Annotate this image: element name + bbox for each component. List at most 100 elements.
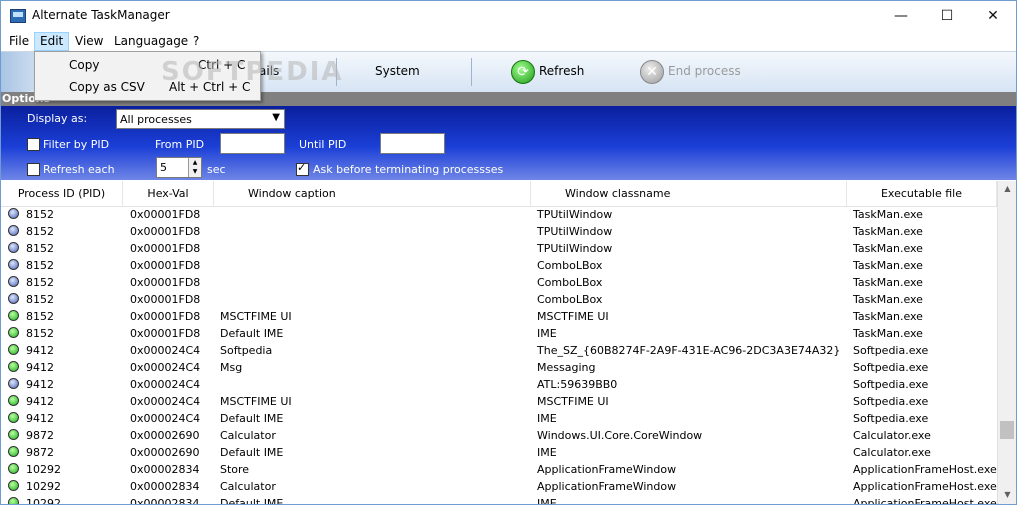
cell-classname: TPUtilWindow (537, 208, 613, 221)
table-row[interactable]: 9412 0x000024C4 ATL:59639BB0 Softpedia.exe (1, 376, 997, 393)
cell-pid: 8152 (26, 276, 54, 289)
menu-edit[interactable]: Edit (34, 32, 70, 51)
stepper-arrows-icon[interactable]: ▲ ▼ (188, 158, 201, 177)
table-header: Process ID (PID) Hex-Val Window caption … (1, 181, 997, 207)
column-header-pid[interactable]: Process ID (PID) (1, 181, 123, 206)
until-pid-input[interactable] (380, 133, 445, 154)
refresh-icon[interactable]: ⟳ (511, 60, 535, 84)
cell-classname: ATL:59639BB0 (537, 378, 618, 391)
end-process-button[interactable]: End process (668, 64, 741, 78)
toolbar-separator (471, 58, 472, 86)
scrollbar-thumb[interactable] (1000, 421, 1014, 439)
cell-caption: Default IME (220, 412, 284, 425)
tab-system[interactable]: System (375, 64, 420, 78)
minimize-button[interactable]: — (878, 1, 924, 31)
cell-pid: 9412 (26, 344, 54, 357)
column-header-caption[interactable]: Window caption (214, 181, 531, 206)
menu-view[interactable]: View (70, 33, 108, 50)
menu-language[interactable]: Languagage (109, 33, 193, 50)
table-row[interactable]: 9412 0x000024C4 Default IME IME Softpedia.ex… (1, 410, 997, 427)
end-process-icon: ✕ (640, 60, 664, 84)
table-row[interactable]: 8152 0x00001FD8 TPUtilWindow TaskMan.exe (1, 223, 997, 240)
title-bar: Alternate TaskManager — ☐ ✕ (1, 1, 1016, 31)
table-row[interactable]: 8152 0x00001FD8 ComboLBox TaskMan.exe (1, 291, 997, 308)
refresh-button[interactable]: Refresh (539, 64, 584, 78)
cell-exe: TaskMan.exe (853, 276, 923, 289)
cell-exe: Softpedia.exe (853, 378, 929, 391)
table-row[interactable]: 8152 0x00001FD8 TPUtilWindow TaskMan.exe (1, 206, 997, 223)
cell-hex: 0x000024C4 (130, 412, 201, 425)
cell-classname: TPUtilWindow (537, 242, 613, 255)
ask-terminate-label: Ask before terminating processses (313, 163, 504, 176)
maximize-button[interactable]: ☐ (924, 1, 970, 31)
column-header-exe[interactable]: Executable file (847, 181, 997, 206)
cell-pid: 8152 (26, 208, 54, 221)
vertical-scrollbar[interactable]: ▲ ▼ (997, 181, 1016, 504)
table-row[interactable]: 10292 0x00002834 Calculator ApplicationFram… (1, 478, 997, 495)
column-header-classname[interactable]: Window classname (531, 181, 847, 206)
cell-classname: IME (537, 327, 557, 340)
cell-hex: 0x000024C4 (130, 378, 201, 391)
refresh-interval-stepper[interactable]: 5 ▲ ▼ (156, 157, 202, 178)
table-row[interactable]: 8152 0x00001FD8 Default IME IME TaskMan.exe (1, 325, 997, 342)
cell-exe: TaskMan.exe (853, 225, 923, 238)
filter-pid-checkbox[interactable] (27, 138, 40, 151)
cell-pid: 9412 (26, 361, 54, 374)
table-row[interactable]: 8152 0x00001FD8 ComboLBox TaskMan.exe (1, 274, 997, 291)
cell-pid: 9412 (26, 378, 54, 391)
status-icon (8, 463, 19, 474)
table-row[interactable]: 9412 0x000024C4 Msg Messaging Softpedia.exe (1, 359, 997, 376)
cell-exe: TaskMan.exe (853, 293, 923, 306)
status-icon (8, 310, 19, 321)
scroll-down-icon[interactable]: ▼ (998, 487, 1016, 503)
app-icon (10, 9, 26, 23)
status-icon (8, 412, 19, 423)
cell-pid: 8152 (26, 259, 54, 272)
refresh-each-checkbox[interactable] (27, 163, 40, 176)
table-row[interactable]: 9412 0x000024C4 MSCTFIME UI MSCTFIME UI Soft… (1, 393, 997, 410)
menu-help[interactable]: ? (188, 33, 204, 50)
display-as-select[interactable]: All processes ▼ (116, 109, 285, 129)
cell-pid: 10292 (26, 463, 61, 476)
close-button[interactable]: ✕ (970, 1, 1016, 31)
cell-classname: Messaging (537, 361, 596, 374)
cell-classname: MSCTFIME UI (537, 310, 609, 323)
table-row[interactable]: 9872 0x00002690 Default IME IME Calculator.e… (1, 444, 997, 461)
ask-terminate-checkbox[interactable] (296, 161, 309, 176)
table-row[interactable]: 9412 0x000024C4 Softpedia The_SZ_{60B8274F-… (1, 342, 997, 359)
scroll-up-icon[interactable]: ▲ (998, 181, 1016, 197)
status-icon (8, 480, 19, 491)
from-pid-input[interactable] (220, 133, 285, 154)
cell-pid: 9412 (26, 412, 54, 425)
table-row[interactable]: 10292 0x00002834 Default IME IME Application… (1, 495, 997, 504)
menu-item-label: Copy as CSV (69, 80, 145, 94)
table-row[interactable]: 10292 0x00002834 Store ApplicationFrameWind… (1, 461, 997, 478)
table-row[interactable]: 8152 0x00001FD8 MSCTFIME UI MSCTFIME UI Task… (1, 308, 997, 325)
table-row[interactable]: 9872 0x00002690 Calculator Windows.UI.Core.… (1, 427, 997, 444)
cell-hex: 0x00002834 (130, 480, 200, 493)
cell-hex: 0x00001FD8 (130, 259, 201, 272)
table-row[interactable]: 8152 0x00001FD8 TPUtilWindow TaskMan.exe (1, 240, 997, 257)
cell-pid: 8152 (26, 293, 54, 306)
cell-classname: ComboLBox (537, 293, 603, 306)
cell-classname: IME (537, 412, 557, 425)
options-panel: Display as: All processes ▼ Filter by PI… (1, 106, 1016, 180)
cell-hex: 0x00001FD8 (130, 208, 201, 221)
cell-pid: 9872 (26, 446, 54, 459)
from-pid-label: From PID (155, 138, 205, 151)
cell-pid: 9872 (26, 429, 54, 442)
cell-caption: Calculator (220, 480, 276, 493)
cell-exe: ApplicationFrameHost.exe (853, 480, 997, 493)
column-header-hex[interactable]: Hex-Val (123, 181, 214, 206)
status-icon (8, 276, 19, 287)
cell-exe: TaskMan.exe (853, 310, 923, 323)
table-row[interactable]: 8152 0x00001FD8 ComboLBox TaskMan.exe (1, 257, 997, 274)
status-icon (8, 344, 19, 355)
status-icon (8, 429, 19, 440)
cell-exe: ApplicationFrameHost.exe (853, 497, 997, 504)
filter-pid-label: Filter by PID (43, 138, 110, 151)
cell-pid: 8152 (26, 310, 54, 323)
menu-file[interactable]: File (4, 33, 34, 50)
cell-pid: 8152 (26, 327, 54, 340)
status-icon (8, 225, 19, 236)
